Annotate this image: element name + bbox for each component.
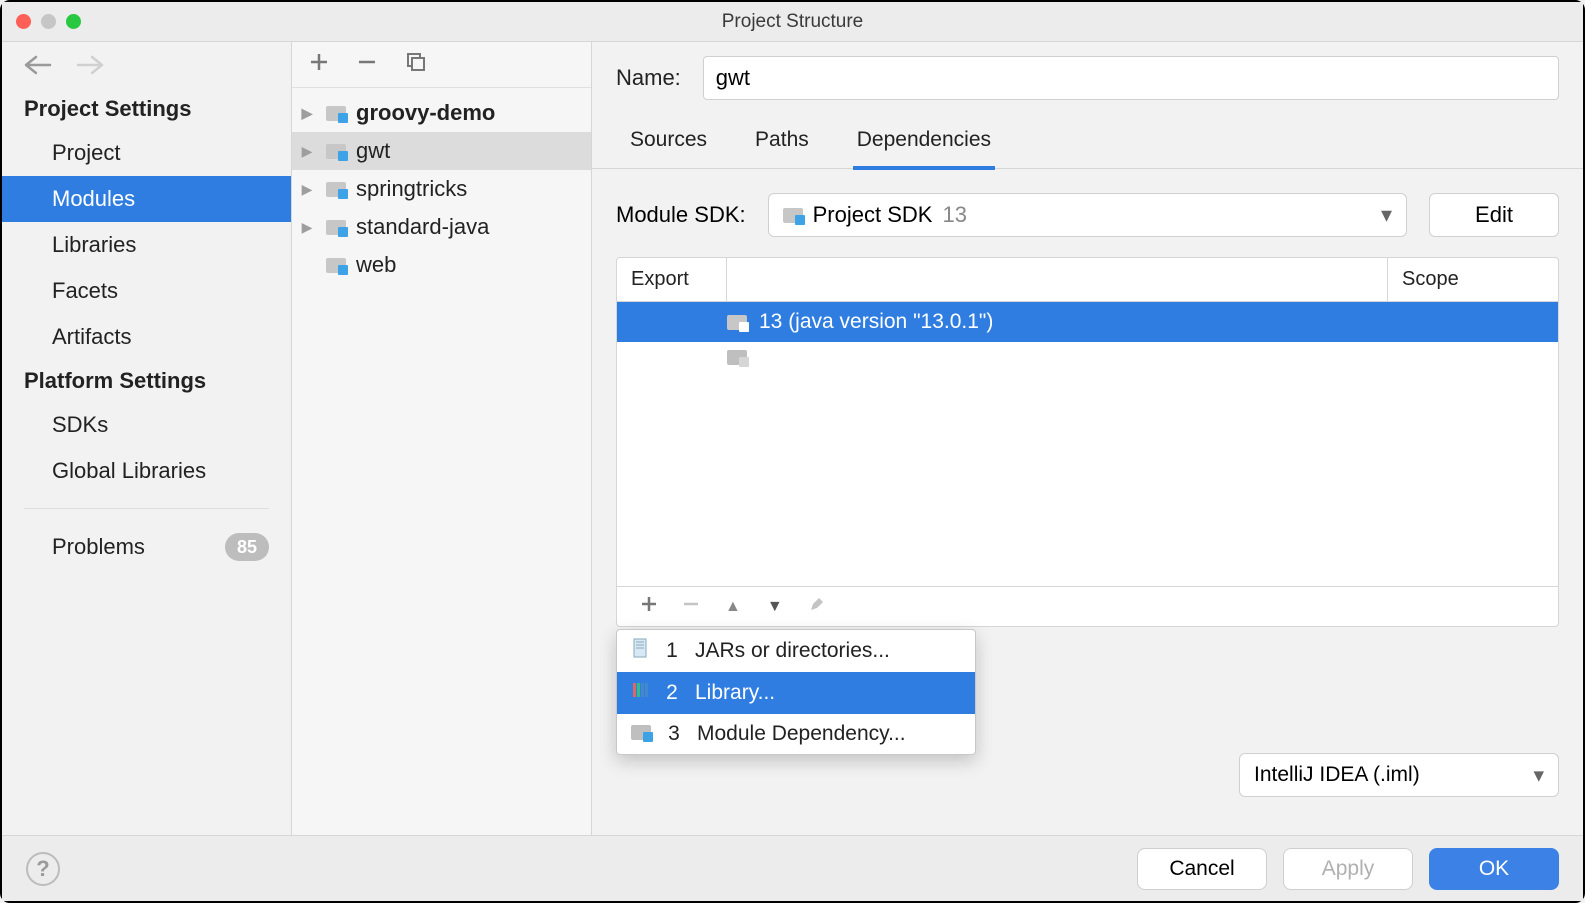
popup-item-icon [631,638,649,664]
popup-item[interactable]: 1 JARs or directories... [617,630,975,672]
move-down-button[interactable]: ▼ [767,598,783,616]
chevron-down-icon: ▾ [1533,763,1544,788]
module-sdk-label: Module SDK: [616,202,746,228]
column-name[interactable] [727,258,1388,301]
dialog-footer: ? Cancel Apply OK [2,835,1583,901]
edit-dependency-button[interactable] [809,596,825,617]
ok-button[interactable]: OK [1429,848,1559,890]
sidebar-item-problems[interactable]: Problems 85 [2,523,291,571]
sdk-folder-icon [783,208,803,223]
sidebar-item-project[interactable]: Project [2,130,291,176]
column-export[interactable]: Export [617,258,727,301]
expander-icon[interactable]: ▶ [298,143,316,160]
module-folder-icon [326,220,346,235]
sidebar-item-modules[interactable]: Modules [2,176,291,222]
sidebar-item-facets[interactable]: Facets [2,268,291,314]
copy-module-button[interactable] [406,52,426,77]
section-project-settings: Project Settings [2,88,291,130]
name-label: Name: [616,65,681,91]
popup-item[interactable]: 3 Module Dependency... [617,714,975,754]
chevron-down-icon: ▾ [1381,202,1392,228]
settings-sidebar: Project Settings Project Modules Librari… [2,42,292,835]
apply-button[interactable]: Apply [1283,848,1413,890]
dependency-icon [727,350,747,365]
popup-item-number: 2 [663,681,681,705]
module-name-label: springtricks [356,176,467,202]
tab-dependencies[interactable]: Dependencies [853,118,995,170]
expander-icon[interactable]: ▶ [298,181,316,198]
module-tree-item[interactable]: ▶ groovy-demo [292,94,591,132]
titlebar: Project Structure [2,2,1583,42]
expander-icon[interactable]: ▶ [298,219,316,236]
module-name-label: groovy-demo [356,100,495,126]
sidebar-item-global-libraries[interactable]: Global Libraries [2,448,291,494]
module-name-label: standard-java [356,214,489,240]
sidebar-item-libraries[interactable]: Libraries [2,222,291,268]
module-name-input[interactable] [703,56,1559,100]
popup-item-label: JARs or directories... [695,639,890,663]
nav-forward-button[interactable] [76,55,104,75]
maximize-window-button[interactable] [66,14,81,29]
popup-item-label: Library... [695,681,775,705]
modules-panel: ▶ groovy-demo ▶ gwt ▶ springtricks ▶ standard-j… [292,42,592,835]
tab-paths[interactable]: Paths [751,118,813,168]
cancel-button[interactable]: Cancel [1137,848,1267,890]
add-dependency-popup: 1 JARs or directories... 2 Library... 3 Modul… [616,629,976,755]
popup-item-label: Module Dependency... [697,722,906,746]
dependency-row[interactable] [617,342,1558,373]
tab-sources[interactable]: Sources [626,118,711,168]
module-tree-item[interactable]: ▶ gwt [292,132,591,170]
window-title: Project Structure [722,11,864,33]
popup-item-number: 1 [663,639,681,663]
help-button[interactable]: ? [26,852,60,886]
sidebar-item-artifacts[interactable]: Artifacts [2,314,291,360]
edit-sdk-button[interactable]: Edit [1429,193,1559,237]
module-name-label: web [356,252,396,278]
minimize-window-button[interactable] [41,14,56,29]
module-name-label: gwt [356,138,390,164]
storage-format-dropdown[interactable]: IntelliJ IDEA (.iml) ▾ [1239,753,1559,797]
module-folder-icon [326,258,346,273]
nav-back-button[interactable] [24,55,52,75]
module-tree-item[interactable]: ▶ springtricks [292,170,591,208]
problems-count-badge: 85 [225,533,269,561]
popup-item-icon [631,680,649,706]
dependency-icon [727,315,747,330]
module-folder-icon [326,106,346,121]
sidebar-item-sdks[interactable]: SDKs [2,402,291,448]
remove-module-button[interactable] [358,53,376,76]
expander-icon[interactable]: ▶ [298,105,316,122]
remove-dependency-button[interactable] [683,596,699,617]
module-tree-item[interactable]: web [292,246,591,284]
module-folder-icon [326,144,346,159]
module-sdk-dropdown[interactable]: Project SDK 13 ▾ [768,193,1407,237]
move-up-button[interactable]: ▲ [725,598,741,616]
dependency-row[interactable]: 13 (java version "13.0.1") [617,302,1558,342]
dependency-label: 13 (java version "13.0.1") [759,310,993,334]
module-folder-icon [326,182,346,197]
window-controls [16,14,81,29]
close-window-button[interactable] [16,14,31,29]
module-tree-item[interactable]: ▶ standard-java [292,208,591,246]
popup-item-number: 3 [665,722,683,746]
dependencies-table: Export Scope 13 (java version "13.0.1") [616,257,1559,587]
popup-item-icon [631,722,651,746]
divider [24,508,269,509]
popup-item[interactable]: 2 Library... [617,672,975,714]
add-module-button[interactable] [310,53,328,76]
add-dependency-button[interactable] [641,596,657,617]
column-scope[interactable]: Scope [1388,258,1558,301]
module-editor: Name: Sources Paths Dependencies Module SD… [592,42,1583,835]
section-platform-settings: Platform Settings [2,360,291,402]
